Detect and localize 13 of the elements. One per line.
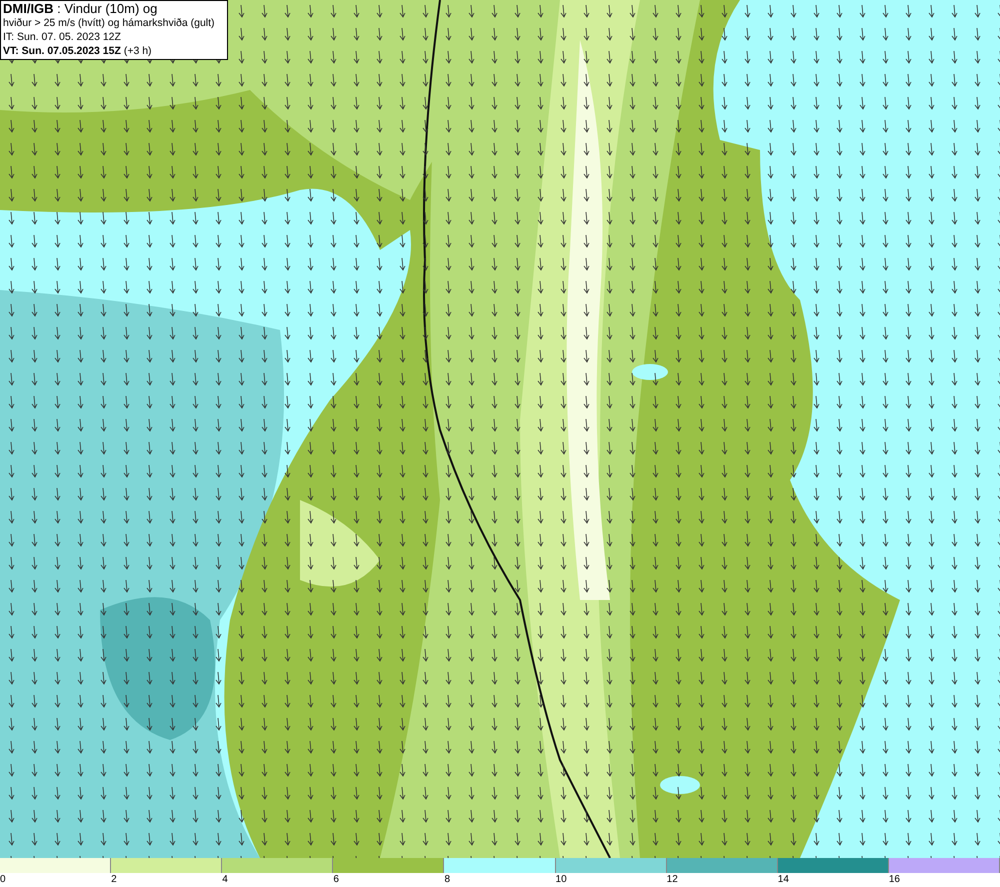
header-line: DMI/IGB : Vindur (10m) og bbox=[3, 2, 158, 16]
legend-label: 16 bbox=[888, 873, 900, 887]
legend-label: 4 bbox=[222, 873, 228, 887]
header-line: hviður > 25 m/s (hvítt) og hámarkshviða (gult) bbox=[3, 16, 216, 30]
legend-label: 6 bbox=[333, 873, 339, 887]
header-line: IT: Sun. 07. 05. 2023 12Z bbox=[3, 30, 122, 44]
legend-label: 8 bbox=[444, 873, 450, 887]
legend-label: 10 bbox=[556, 873, 567, 887]
legend-label: 12 bbox=[666, 873, 678, 887]
legend-label: 14 bbox=[778, 873, 789, 887]
legend-label: 2 bbox=[111, 873, 117, 887]
header-line: VT: Sun. 07.05.2023 15Z (+3 h) bbox=[3, 44, 153, 58]
legend-label: 0 bbox=[0, 873, 6, 887]
